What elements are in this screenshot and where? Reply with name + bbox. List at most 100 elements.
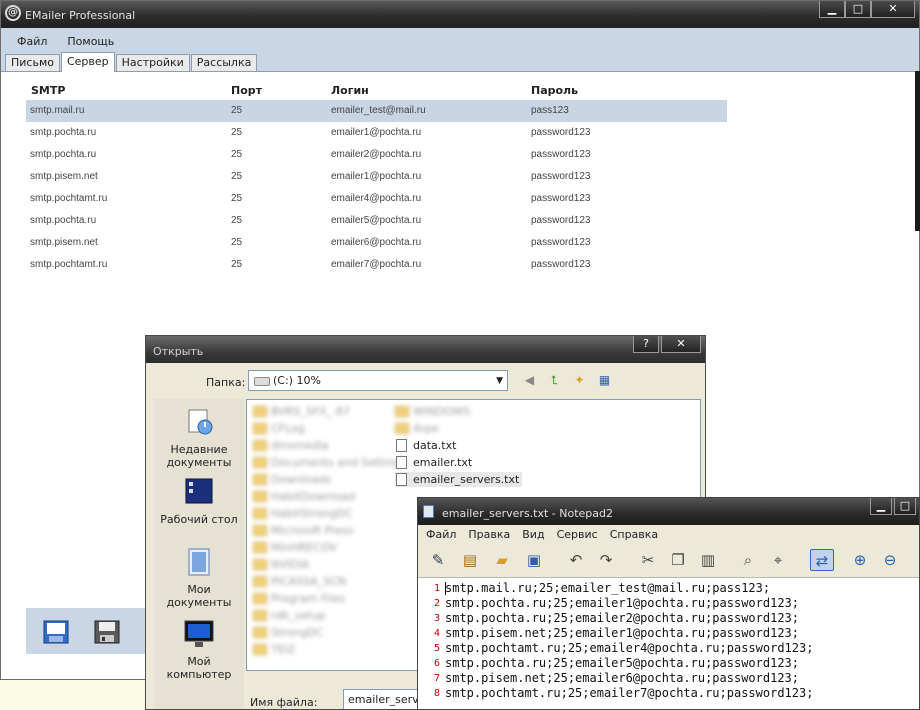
list-item[interactable]: Program Files <box>253 591 345 606</box>
replace-icon[interactable]: ⌖ <box>766 549 790 571</box>
list-item[interactable]: StrongDC <box>253 625 323 640</box>
list-item-selected[interactable]: emailer_servers.txt <box>395 472 523 487</box>
nav-toolbar: ◀ ⮤ ✦ ▦ <box>521 372 613 389</box>
minimize-button[interactable]: ▁ <box>819 1 845 18</box>
tab-letter[interactable]: Письмо <box>5 54 60 71</box>
tab-settings[interactable]: Настройки <box>115 54 190 71</box>
tab-server[interactable]: Сервер <box>60 52 115 72</box>
open-file-icon[interactable] <box>43 620 69 644</box>
notepad-menu-tools[interactable]: Сервис <box>557 528 598 541</box>
list-item[interactable]: HabitStrongDC <box>253 506 353 521</box>
cell-password: password123 <box>531 193 591 204</box>
new-folder-icon[interactable]: ✦ <box>571 372 588 389</box>
menu-file[interactable]: Файл <box>17 35 47 48</box>
list-item[interactable]: Arpe <box>395 421 439 436</box>
table-row[interactable]: smtp.pochtamt.ru 25 emailer4@pochta.ru p… <box>26 188 727 210</box>
list-item[interactable]: MinHRECOV <box>253 540 337 555</box>
scrollbar-strip <box>915 71 920 231</box>
maximize-button[interactable]: □ <box>845 1 871 18</box>
notepad-minimize-button[interactable]: ▁ <box>870 498 892 515</box>
notepad-maximize-button[interactable]: □ <box>894 498 916 515</box>
folder-combo[interactable]: (C:) 10% ▼ <box>248 370 508 391</box>
notepad-editor[interactable]: 1 2 3 4 5 6 7 8 smtp.mail.ru;25;emailer_… <box>418 579 919 709</box>
undo-icon[interactable]: ↶ <box>564 549 588 571</box>
folder-value: (C:) 10% <box>273 374 321 387</box>
grid-header: SMTP Порт Логин Пароль <box>31 84 731 100</box>
cell-password: password123 <box>531 237 591 248</box>
table-row[interactable]: smtp.pisem.net 25 emailer6@pochta.ru pas… <box>26 232 727 254</box>
view-menu-icon[interactable]: ▦ <box>596 372 613 389</box>
browse-icon[interactable]: ▤ <box>458 549 482 571</box>
notepad-menu-file[interactable]: Файл <box>426 528 456 541</box>
list-item[interactable]: Downloads <box>253 472 331 487</box>
places-bar: Недавние документы Рабочий стол Мои доку… <box>154 399 244 709</box>
table-row[interactable]: smtp.pochta.ru 25 emailer1@pochta.ru pas… <box>26 122 727 144</box>
title-bar[interactable]: @ EMailer Professional ▁ □ ✕ <box>1 1 919 28</box>
notepad-title: emailer_servers.txt - Notepad2 <box>442 507 614 520</box>
list-item[interactable]: TEIZ <box>253 642 295 657</box>
dialog-close-button[interactable]: ✕ <box>661 336 701 353</box>
notepad-menu-view[interactable]: Вид <box>522 528 544 541</box>
word-wrap-icon[interactable]: ⇄ <box>810 549 834 571</box>
table-row[interactable]: smtp.pisem.net 25 emailer1@pochta.ru pas… <box>26 166 727 188</box>
open-folder-icon[interactable]: ▰ <box>490 549 514 571</box>
zoom-in-icon[interactable]: ⊕ <box>848 549 872 571</box>
cell-password: pass123 <box>531 105 569 116</box>
list-item[interactable]: BVRS_SFX_-87 <box>253 404 350 419</box>
column-header-port[interactable]: Порт <box>231 84 262 97</box>
tab-mailing[interactable]: Рассылка <box>190 54 258 71</box>
cell-login: emailer_test@mail.ru <box>331 105 426 116</box>
zoom-out-icon[interactable]: ⊖ <box>878 549 902 571</box>
paste-icon[interactable]: ▥ <box>696 549 720 571</box>
column-header-smtp[interactable]: SMTP <box>31 84 65 97</box>
list-item[interactable]: Documents and Settings <box>253 455 407 470</box>
new-file-icon[interactable]: ✎ <box>426 549 450 571</box>
redo-icon[interactable]: ↷ <box>594 549 618 571</box>
list-item[interactable]: rdb_setup <box>253 608 326 623</box>
notepad-title-bar[interactable]: emailer_servers.txt - Notepad2 ▁ □ <box>418 498 919 525</box>
table-row[interactable]: smtp.pochtamt.ru 25 emailer7@pochta.ru p… <box>26 254 727 276</box>
cut-icon[interactable]: ✂ <box>636 549 660 571</box>
column-header-password[interactable]: Пароль <box>531 84 578 97</box>
cell-login: emailer1@pochta.ru <box>331 171 422 182</box>
cell-login: emailer5@pochta.ru <box>331 215 422 226</box>
list-item[interactable]: dmsmedia <box>253 438 329 453</box>
dialog-title-bar[interactable]: Открыть ? ✕ <box>146 336 705 363</box>
list-item[interactable]: PICASSA_SCN <box>253 574 346 589</box>
save-icon[interactable] <box>94 620 120 644</box>
table-row[interactable]: smtp.pochta.ru 25 emailer2@pochta.ru pas… <box>26 144 727 166</box>
drive-icon <box>254 377 270 386</box>
find-icon[interactable]: ⌕ <box>736 549 760 571</box>
chevron-down-icon[interactable]: ▼ <box>496 372 503 391</box>
list-item[interactable]: emailer.txt <box>395 455 472 470</box>
list-item[interactable]: NVIDIA <box>253 557 309 572</box>
place-recent[interactable]: Недавние документы <box>154 407 244 469</box>
list-item[interactable]: Microsoft Press <box>253 523 354 538</box>
list-item[interactable]: HabitDownload <box>253 489 355 504</box>
back-icon[interactable]: ◀ <box>521 372 538 389</box>
my-documents-icon <box>183 547 215 577</box>
place-my-computer[interactable]: Мой компьютер <box>154 619 244 681</box>
list-item[interactable]: CFLog <box>253 421 305 436</box>
cell-smtp: smtp.pochta.ru <box>30 215 97 226</box>
up-folder-icon[interactable]: ⮤ <box>546 372 563 389</box>
notepad-menu-help[interactable]: Справка <box>610 528 658 541</box>
code-line: smtp.pochta.ru;25;emailer2@pochta.ru;pas… <box>445 611 800 625</box>
menu-help[interactable]: Помощь <box>67 35 114 48</box>
column-header-login[interactable]: Логин <box>331 84 369 97</box>
list-item[interactable]: data.txt <box>395 438 456 453</box>
save-icon[interactable]: ▣ <box>522 549 546 571</box>
folder-label: Папка: <box>206 376 246 389</box>
table-row[interactable]: smtp.mail.ru 25 emailer_test@mail.ru pas… <box>26 100 727 122</box>
notepad-menu-edit[interactable]: Правка <box>468 528 510 541</box>
copy-icon[interactable]: ❐ <box>666 549 690 571</box>
list-item[interactable]: WINDOWS <box>395 404 470 419</box>
close-button[interactable]: ✕ <box>871 1 915 18</box>
help-button[interactable]: ? <box>633 336 659 353</box>
line-number: 8 <box>433 688 440 699</box>
table-row[interactable]: smtp.pochta.ru 25 emailer5@pochta.ru pas… <box>26 210 727 232</box>
place-my-documents[interactable]: Мои документы <box>154 547 244 609</box>
cell-password: password123 <box>531 149 591 160</box>
line-number: 1 <box>433 583 440 594</box>
place-desktop[interactable]: Рабочий стол <box>154 477 244 526</box>
